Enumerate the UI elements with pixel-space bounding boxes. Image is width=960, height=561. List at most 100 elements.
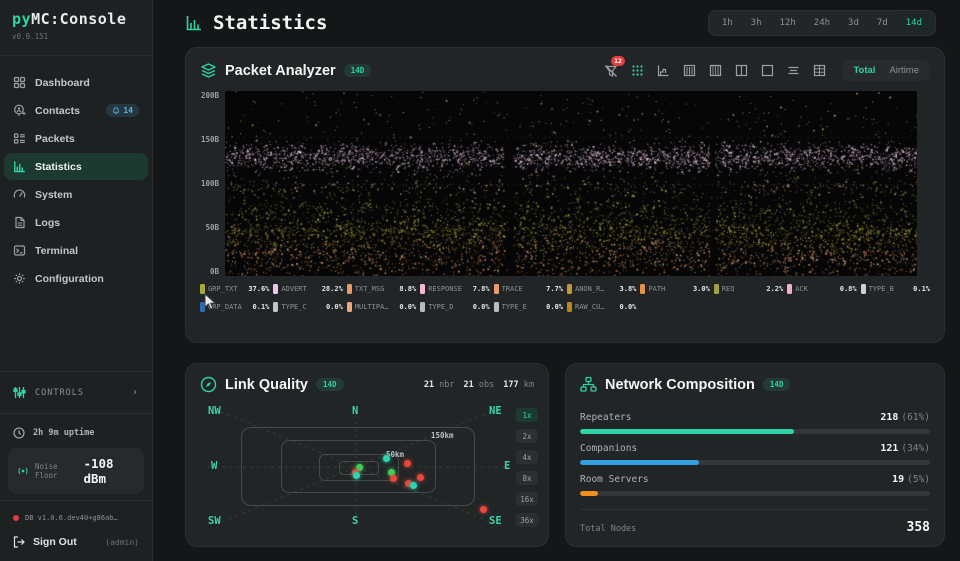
node-point [404, 460, 411, 467]
time-range-selector: 1h3h12h24h3d7d14d [708, 10, 936, 36]
divider [0, 55, 152, 56]
outline-view-button[interactable] [758, 62, 776, 80]
legend-label: PATH [648, 285, 665, 293]
packet-spectrogram-canvas[interactable] [225, 91, 917, 276]
legend-value: 28.2% [322, 285, 343, 293]
sign-out-button[interactable]: Sign Out (admin) [0, 529, 152, 555]
noise-floor-value: -108 dBm [83, 456, 135, 486]
sidebar-item-label: Configuration [35, 273, 104, 285]
legend-item-PATH[interactable]: PATH 3.0% [640, 284, 709, 294]
legend-item-GRP_DATA[interactable]: GRP_DATA0.1% [200, 302, 269, 312]
legend-label: TYPE_E [502, 303, 527, 311]
legend-value: 0.0% [620, 303, 637, 311]
legend-item-TXT_MSG[interactable]: TXT_MSG8.8% [347, 284, 416, 294]
uptime-value: 2h 9m uptime [33, 428, 94, 438]
zoom-level-2x[interactable]: 2x [516, 429, 538, 443]
table-view-button[interactable] [810, 62, 828, 80]
noise-floor-panel: Noise Floor -108 dBm [8, 448, 144, 494]
y-tick: 0B [210, 267, 219, 276]
compass-plot: 1x2x4x8x16x36x NWNNEWESWSSE150km50km [186, 400, 550, 540]
time-range-7d[interactable]: 7d [868, 14, 897, 32]
time-range-12h[interactable]: 12h [771, 14, 805, 32]
link-quality-title: Link Quality [225, 377, 308, 393]
legend-item-ACK[interactable]: ACK0.8% [787, 284, 856, 294]
packet-plot-area: 200B 150B 100B 50B 0B [196, 91, 930, 276]
legend-swatch [861, 284, 866, 294]
compass-direction-w: W [211, 460, 217, 472]
legend-label: ADVERT [281, 285, 306, 293]
levels-view-button[interactable] [784, 62, 802, 80]
bars-filled-icon [683, 64, 696, 77]
sidebar-item-controls[interactable]: CONTROLS › [0, 378, 152, 407]
sidebar-item-label: Logs [35, 217, 60, 229]
packet-analyzer-header: Packet Analyzer 14D 12 [186, 48, 944, 89]
legend-item-ADVERT[interactable]: ADVERT 28.2% [273, 284, 342, 294]
zoom-level-16x[interactable]: 16x [516, 492, 538, 506]
table-icon [813, 64, 826, 77]
legend-value: 3.8% [620, 285, 637, 293]
legend-item-RESPONSE[interactable]: RESPONSE7.8% [420, 284, 489, 294]
sidebar-item-dashboard[interactable]: Dashboard [4, 69, 148, 96]
time-range-1h[interactable]: 1h [713, 14, 742, 32]
legend-item-TRACE[interactable]: TRACE7.7% [494, 284, 563, 294]
zoom-level-8x[interactable]: 8x [516, 471, 538, 485]
toggle-total[interactable]: Total [848, 63, 880, 78]
sidebar-item-label: Packets [35, 133, 75, 145]
sidebar-item-contacts[interactable]: Contacts14 [4, 97, 148, 124]
packet-analyzer-toolbar: 12 [602, 60, 930, 81]
toggle-airtime[interactable]: Airtime [884, 63, 924, 78]
legend-swatch [200, 284, 205, 294]
legend-item-TYPE_D[interactable]: TYPE_D0.0% [420, 302, 489, 312]
time-range-14d[interactable]: 14d [897, 14, 931, 32]
legend-item-MULTIPA[interactable]: MULTIPA…0.0% [347, 302, 416, 312]
sidebar-item-statistics[interactable]: Statistics [4, 153, 148, 180]
scatter-view-button[interactable] [628, 62, 646, 80]
dot-grid-icon [631, 64, 644, 77]
network-composition-body: Repeaters218(61%)Companions121(34%)Room … [566, 401, 944, 535]
split-columns-icon [735, 64, 748, 77]
legend-item-REQ[interactable]: REQ2.2% [714, 284, 783, 294]
composition-bar-fill [580, 491, 598, 496]
zoom-level-36x[interactable]: 36x [516, 513, 538, 527]
sidebar-item-logs[interactable]: Logs [4, 209, 148, 236]
zoom-level-1x[interactable]: 1x [516, 408, 538, 422]
sidebar-item-configuration[interactable]: Configuration [4, 265, 148, 292]
histogram-view-button[interactable] [654, 62, 672, 80]
packet-analyzer-title: Packet Analyzer [225, 63, 336, 79]
clock-icon [13, 427, 25, 439]
chevron-right-icon: › [132, 387, 139, 398]
split-view-button[interactable] [732, 62, 750, 80]
layers-icon [200, 62, 217, 79]
legend-label: TYPE_B [869, 285, 894, 293]
legend-item-TYPE_B[interactable]: TYPE_B0.1% [861, 284, 930, 294]
time-range-24h[interactable]: 24h [805, 14, 839, 32]
sidebar-item-terminal[interactable]: Terminal [4, 237, 148, 264]
y-tick: 100B [201, 179, 219, 188]
composition-value: 121(34%) [880, 443, 930, 454]
bars-striped-view-button[interactable] [706, 62, 724, 80]
legend-label: TXT_MSG [355, 285, 385, 293]
network-composition-title: Network Composition [605, 377, 755, 393]
packet-analyzer-card: Packet Analyzer 14D 12 [185, 47, 945, 343]
sign-out-label: Sign Out [33, 536, 77, 548]
legend-item-RAW_CU[interactable]: RAW_CU…0.0% [567, 302, 636, 312]
legend-item-TYPE_C[interactable]: TYPE_C0.0% [273, 302, 342, 312]
filter-off-button[interactable]: 12 [602, 62, 620, 80]
legend-item-TYPE_E[interactable]: TYPE_E0.0% [494, 302, 563, 312]
page-title: Statistics [213, 12, 327, 34]
node-point [410, 482, 417, 489]
sidebar-item-system[interactable]: System [4, 181, 148, 208]
legend-item-ANON_R[interactable]: ANON_R…3.8% [567, 284, 636, 294]
composition-label: Repeaters [580, 412, 631, 423]
legend-item-GRP_TXT[interactable]: GRP_TXT37.6% [200, 284, 269, 294]
page-header: Statistics 1h3h12h24h3d7d14d [153, 0, 960, 44]
compass-direction-sw: SW [208, 515, 221, 527]
legend-value: 3.0% [693, 285, 710, 293]
network-hierarchy-icon [580, 376, 597, 393]
bars-dense-view-button[interactable] [680, 62, 698, 80]
compass-direction-n: N [352, 405, 358, 417]
sidebar-item-packets[interactable]: Packets [4, 125, 148, 152]
time-range-3d[interactable]: 3d [839, 14, 868, 32]
time-range-3h[interactable]: 3h [742, 14, 771, 32]
zoom-level-4x[interactable]: 4x [516, 450, 538, 464]
